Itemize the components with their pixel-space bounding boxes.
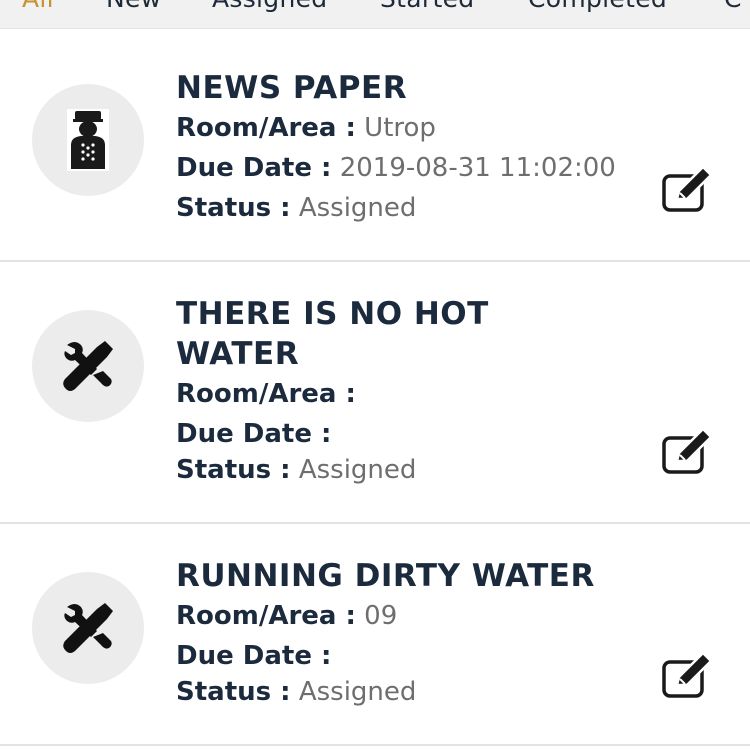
edit-button[interactable] — [660, 168, 716, 214]
room-row: Room/Area : Utrop — [176, 108, 616, 148]
task-avatar — [32, 310, 144, 422]
tab-all[interactable]: All — [22, 0, 54, 13]
room-label: Room/Area : — [176, 379, 356, 409]
task-info: RUNNING DIRTY WATER Room/Area : 09 Due D… — [176, 556, 616, 708]
status-row: Status : Assigned — [176, 454, 616, 486]
status-value: Assigned — [298, 455, 417, 485]
room-value: Utrop — [364, 113, 436, 143]
task-info: NEWS PAPER Room/Area : Utrop Due Date : … — [176, 68, 616, 228]
due-row: Due Date : 2019-08-31 11:02:00 — [176, 148, 616, 188]
tab-new[interactable]: New — [106, 0, 161, 13]
task-title: THERE IS NO HOT WATER — [176, 296, 489, 372]
edit-button[interactable] — [660, 654, 716, 700]
status-row: Status : Assigned — [176, 676, 616, 708]
edit-icon — [662, 169, 713, 212]
task-title: RUNNING DIRTY WATER — [176, 558, 595, 594]
room-label: Room/Area : — [176, 601, 356, 631]
due-label: Due Date : — [176, 641, 332, 671]
status-value: Assigned — [298, 193, 417, 223]
task-card[interactable]: NEWS PAPER Room/Area : Utrop Due Date : … — [0, 30, 750, 262]
due-label: Due Date : — [176, 419, 332, 449]
due-row: Due Date : — [176, 636, 616, 676]
due-row: Due Date : — [176, 414, 616, 454]
task-title: NEWS PAPER — [176, 70, 408, 106]
due-label: Due Date : — [176, 153, 332, 183]
room-value: 09 — [364, 601, 398, 631]
status-row: Status : Assigned — [176, 188, 616, 228]
edit-button[interactable] — [660, 430, 716, 476]
filter-tab-bar: All New Assigned Started Completed C — [0, 0, 750, 29]
tools-icon — [63, 341, 113, 391]
tab-cancelled[interactable]: C — [724, 0, 742, 13]
status-label: Status : — [176, 455, 291, 485]
task-card[interactable]: THERE IS NO HOT WATER Room/Area : Due Da… — [0, 262, 750, 524]
tab-assigned[interactable]: Assigned — [212, 0, 327, 13]
tools-icon — [63, 603, 113, 653]
status-value: Assigned — [298, 677, 417, 707]
task-card[interactable]: RUNNING DIRTY WATER Room/Area : 09 Due D… — [0, 524, 750, 746]
task-avatar — [32, 84, 144, 196]
due-value: 2019-08-31 11:02:00 — [339, 153, 616, 183]
edit-icon — [662, 431, 713, 474]
tab-started[interactable]: Started — [380, 0, 474, 13]
edit-icon — [662, 655, 713, 698]
room-label: Room/Area : — [176, 113, 356, 143]
bellboy-icon — [67, 109, 109, 171]
status-label: Status : — [176, 193, 291, 223]
status-label: Status : — [176, 677, 291, 707]
task-avatar — [32, 572, 144, 684]
task-info: THERE IS NO HOT WATER Room/Area : Due Da… — [176, 294, 616, 486]
room-row: Room/Area : — [176, 374, 616, 414]
room-row: Room/Area : 09 — [176, 596, 616, 636]
tab-completed[interactable]: Completed — [528, 0, 667, 13]
